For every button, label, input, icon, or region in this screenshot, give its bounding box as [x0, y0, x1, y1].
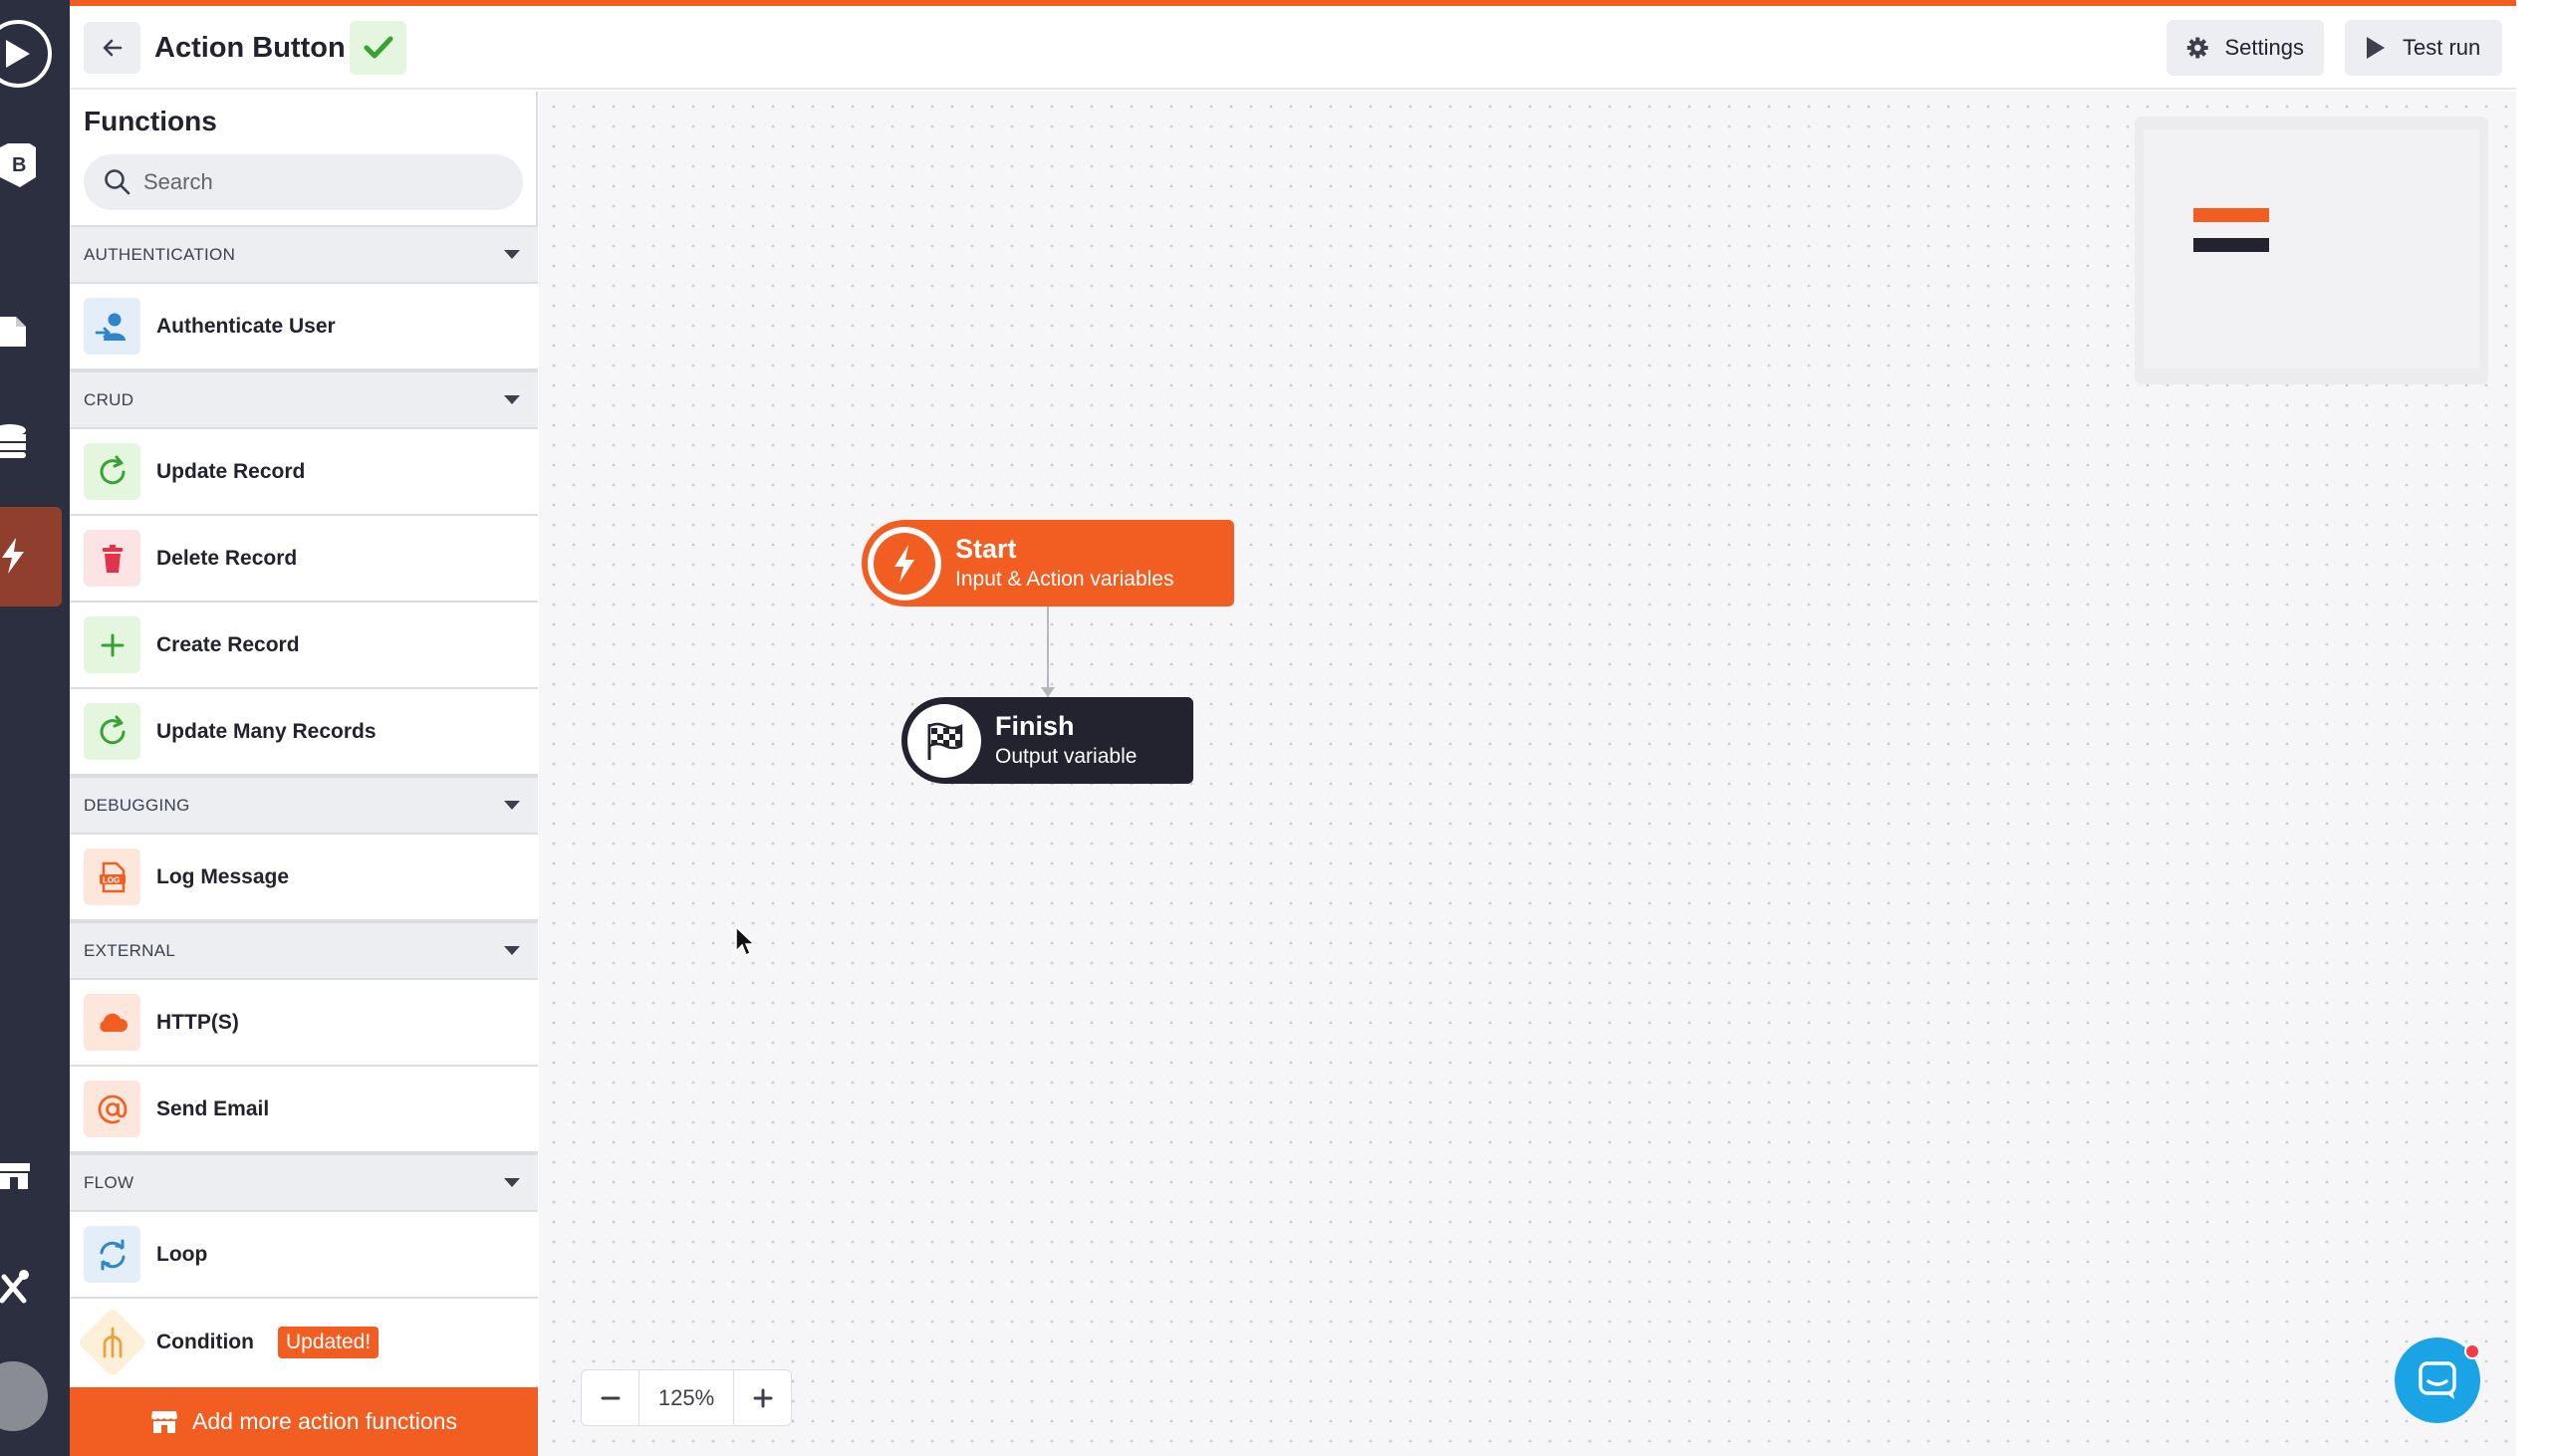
- notification-dot: [2464, 1343, 2480, 1359]
- function-label: HTTP(S): [156, 1010, 239, 1034]
- section-label: AUTHENTICATION: [84, 244, 236, 264]
- caret-down-icon: [504, 395, 520, 404]
- function-label: Authenticate User: [156, 314, 336, 338]
- settings-button[interactable]: Settings: [2167, 20, 2324, 76]
- bold-b-icon[interactable]: B: [0, 143, 70, 187]
- loop-icon: [84, 1226, 140, 1283]
- settings-label: Settings: [2224, 35, 2305, 60]
- header-bar: [70, 6, 2516, 90]
- zoom-level: 125%: [638, 1370, 734, 1425]
- caret-down-icon: [504, 946, 520, 955]
- section-label: CRUD: [84, 389, 134, 409]
- caret-down-icon: [504, 1178, 520, 1187]
- caret-down-icon: [504, 801, 520, 810]
- database-icon[interactable]: [0, 422, 70, 462]
- refresh-icon: [84, 703, 140, 760]
- section-external[interactable]: EXTERNAL: [70, 921, 538, 980]
- store-icon: [151, 1410, 178, 1433]
- page-icon[interactable]: [0, 311, 70, 351]
- at-icon: [84, 1081, 140, 1137]
- section-crud[interactable]: CRUD: [70, 370, 538, 429]
- zoom-out-button[interactable]: [582, 1370, 638, 1425]
- function-create-record[interactable]: Create Record: [70, 603, 538, 689]
- add-more-functions-button[interactable]: Add more action functions: [70, 1387, 538, 1456]
- function-update-many-records[interactable]: Update Many Records: [70, 689, 538, 776]
- play-icon: [2367, 37, 2385, 59]
- start-node[interactable]: Start Input & Action variables: [862, 520, 1234, 607]
- svg-text:LOG: LOG: [103, 875, 120, 884]
- function-label: Create Record: [156, 632, 300, 656]
- user-arrow-icon: [84, 298, 140, 355]
- function-label: Loop: [156, 1242, 208, 1266]
- zoom-in-button[interactable]: [734, 1370, 791, 1425]
- search-input[interactable]: [143, 169, 482, 195]
- chat-icon: [2419, 1361, 2456, 1399]
- section-label: FLOW: [84, 1172, 134, 1192]
- connector-arrow: [1041, 687, 1055, 697]
- lightning-icon[interactable]: [0, 534, 70, 578]
- function-label: Condition: [156, 1330, 254, 1353]
- minimap-start-node: [2193, 208, 2269, 222]
- left-rail: [0, 0, 70, 1456]
- function-send-email[interactable]: Send Email: [70, 1067, 538, 1153]
- plus-icon: [753, 1388, 772, 1407]
- node-connector: [1047, 607, 1049, 697]
- tools-icon[interactable]: [0, 1267, 70, 1307]
- section-label: EXTERNAL: [84, 940, 176, 960]
- refresh-icon: [84, 443, 140, 500]
- section-debugging[interactable]: DEBUGGING: [70, 776, 538, 835]
- gear-icon: [2186, 37, 2208, 59]
- log-icon: LOG: [84, 849, 140, 905]
- function-condition[interactable]: Condition Updated!: [70, 1299, 538, 1385]
- search-box[interactable]: [84, 154, 523, 210]
- section-authentication[interactable]: AUTHENTICATION: [70, 225, 538, 284]
- condition-icon: [77, 1307, 148, 1377]
- function-label: Update Record: [156, 459, 306, 483]
- search-icon: [105, 169, 130, 195]
- play-logo-icon[interactable]: [0, 18, 70, 90]
- function-authenticate-user[interactable]: Authenticate User: [70, 284, 538, 370]
- functions-title: Functions: [84, 106, 217, 136]
- start-node-title: Start: [955, 533, 1017, 564]
- mouse-cursor-icon: [735, 925, 757, 963]
- updated-badge: Updated!: [277, 1326, 380, 1358]
- function-label: Log Message: [156, 864, 290, 888]
- arrow-left-icon: [103, 39, 122, 57]
- finish-node[interactable]: Finish Output variable: [901, 697, 1193, 784]
- checkered-flag-icon: [907, 703, 981, 778]
- add-more-label: Add more action functions: [192, 1408, 457, 1434]
- minimap-finish-node: [2193, 238, 2269, 252]
- zoom-control: 125%: [581, 1369, 792, 1426]
- function-label: Send Email: [156, 1096, 270, 1120]
- section-label: DEBUGGING: [84, 795, 190, 815]
- svg-text:B: B: [12, 154, 26, 176]
- trash-icon: [84, 530, 140, 587]
- lightning-icon: [868, 526, 941, 601]
- checkmark-icon: [364, 36, 392, 59]
- caret-down-icon: [504, 250, 520, 259]
- function-update-record[interactable]: Update Record: [70, 429, 538, 516]
- finish-node-subtitle: Output variable: [995, 744, 1138, 768]
- minus-icon: [601, 1396, 620, 1399]
- store-icon[interactable]: [0, 1155, 70, 1195]
- function-label: Update Many Records: [156, 719, 377, 743]
- start-node-subtitle: Input & Action variables: [955, 567, 1174, 591]
- test-run-button[interactable]: Test run: [2345, 20, 2502, 76]
- function-http[interactable]: HTTP(S): [70, 980, 538, 1067]
- back-button[interactable]: [84, 22, 140, 74]
- saved-status-badge: [350, 21, 406, 75]
- window-edge: [2516, 0, 2550, 1456]
- function-delete-record[interactable]: Delete Record: [70, 516, 538, 603]
- finish-node-title: Finish: [995, 710, 1075, 741]
- cloud-icon: [84, 994, 140, 1051]
- function-log-message[interactable]: LOG Log Message: [70, 835, 538, 921]
- plus-icon: [84, 616, 140, 673]
- function-loop[interactable]: Loop: [70, 1212, 538, 1299]
- function-label: Delete Record: [156, 546, 298, 570]
- section-flow[interactable]: FLOW: [70, 1153, 538, 1212]
- test-run-label: Test run: [2403, 35, 2481, 60]
- page-title: Action Button: [154, 32, 346, 64]
